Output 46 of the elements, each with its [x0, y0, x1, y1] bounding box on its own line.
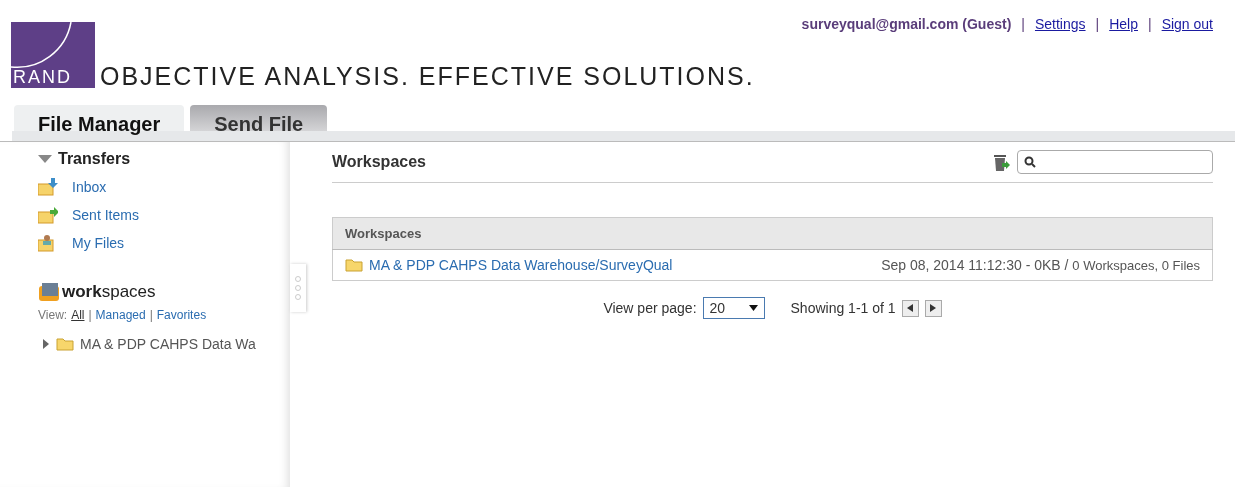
page-title: Workspaces	[332, 153, 426, 171]
sidebar-item[interactable]: Sent Items	[72, 207, 139, 223]
next-page-button[interactable]	[924, 299, 942, 317]
search-icon	[1024, 156, 1036, 168]
folder-icon	[38, 282, 60, 302]
trash-icon[interactable]	[991, 152, 1011, 172]
page-status: Showing 1-1 of 1	[790, 300, 896, 316]
inbox-icon	[38, 178, 58, 196]
view-label: View:	[38, 308, 68, 322]
sidebar-item[interactable]: Inbox	[72, 179, 107, 195]
caret-icon	[748, 305, 758, 311]
separator: |	[149, 308, 153, 322]
per-page-label: View per page:	[603, 300, 697, 316]
header-link[interactable]: Sign out	[1161, 16, 1213, 32]
view-link[interactable]: Favorites	[156, 308, 207, 322]
separator: |	[88, 308, 92, 322]
modified-date: Sep 08, 2014 11:12:30 - 0KB /	[881, 257, 1069, 273]
tab[interactable]: Send File	[190, 105, 328, 131]
folder-icon	[56, 337, 74, 351]
search-field[interactable]	[1017, 150, 1213, 174]
column-header: Workspaces	[332, 217, 1213, 250]
collapse-triangle-icon[interactable]	[38, 155, 52, 163]
sidebar-item[interactable]: My Files	[72, 235, 125, 251]
expand-triangle-icon[interactable]	[42, 339, 50, 349]
item-counts: 0 Workspaces, 0 Files	[1072, 258, 1200, 273]
user-email: surveyqual@gmail.com (Guest)	[801, 16, 1012, 32]
header-link[interactable]: Help	[1109, 16, 1138, 32]
view-link[interactable]: Managed	[95, 308, 146, 322]
view-link[interactable]: All	[71, 308, 85, 322]
sent-icon	[38, 206, 58, 224]
section-title: workspaces	[62, 282, 156, 302]
resize-handle[interactable]	[290, 264, 306, 312]
previous-page-button[interactable]	[901, 299, 919, 317]
folder-icon	[345, 258, 363, 272]
left-triangle-icon	[907, 304, 914, 312]
right-triangle-icon	[930, 304, 937, 312]
section-title: Transfers	[58, 150, 131, 168]
separator: |	[1021, 16, 1025, 32]
separator: |	[1095, 16, 1100, 32]
per-page-dropdown[interactable]: 20	[702, 297, 765, 319]
tree-item[interactable]: MA & PDP CAHPS Data Wa	[80, 336, 256, 352]
logo: RAND	[11, 22, 95, 88]
separator: |	[1148, 16, 1152, 32]
tagline: OBJECTIVE ANALYSIS. EFFECTIVE SOLUTIONS.	[100, 62, 755, 91]
header-link[interactable]: Settings	[1034, 16, 1086, 32]
workspace-link[interactable]: MA & PDP CAHPS Data Warehouse/SurveyQual	[369, 257, 673, 273]
